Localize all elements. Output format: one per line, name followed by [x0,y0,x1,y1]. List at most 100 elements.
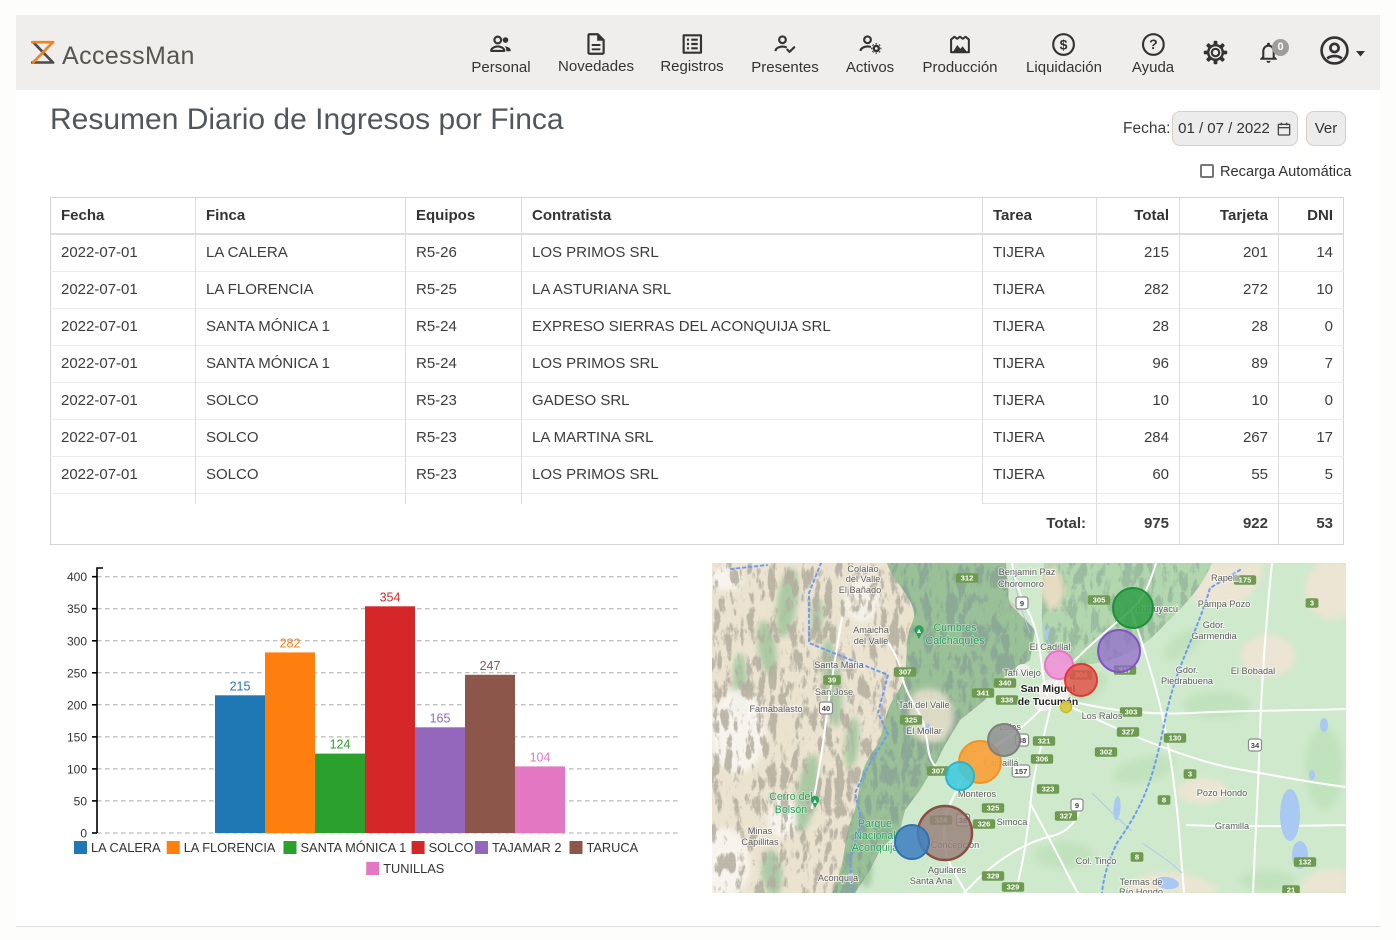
svg-text:Gramilla: Gramilla [1215,821,1250,831]
svg-text:Piedrabuena: Piedrabuena [1161,676,1214,686]
svg-text:9: 9 [1020,599,1024,608]
svg-text:Choromoro: Choromoro [998,579,1044,589]
svg-text:8: 8 [1162,796,1166,805]
svg-text:Aconquija: Aconquija [818,873,859,883]
svg-text:San Jose: San Jose [815,687,853,697]
svg-text:323: 323 [1042,785,1055,794]
svg-text:Aconquija: Aconquija [852,842,899,854]
svg-text:Calchaquíes: Calchaquíes [926,635,985,647]
svg-text:247: 247 [480,659,501,673]
svg-text:50: 50 [74,794,88,808]
svg-text:Benjamin Paz: Benjamin Paz [999,567,1056,577]
svg-text:215: 215 [230,679,251,693]
svg-text:124: 124 [330,738,351,752]
svg-text:Famabalasto: Famabalasto [749,704,802,714]
svg-text:130: 130 [1169,734,1182,743]
svg-text:282: 282 [280,636,301,650]
svg-text:Amaicha: Amaicha [853,625,890,635]
svg-text:305: 305 [1093,596,1106,605]
svg-text:40: 40 [822,704,830,713]
svg-text:354: 354 [380,590,401,604]
svg-text:El Bobadal: El Bobadal [1231,666,1275,676]
svg-text:Gdor.: Gdor. [1176,665,1198,675]
svg-text:Pozo Hondo: Pozo Hondo [1197,788,1248,798]
svg-text:TAJAMAR 2: TAJAMAR 2 [492,840,561,855]
svg-text:321: 321 [1038,737,1051,746]
svg-text:del Valle: del Valle [846,574,881,584]
svg-text:Rapelli: Rapelli [1211,573,1239,583]
svg-text:SANTA MÓNICA 1: SANTA MÓNICA 1 [301,840,407,855]
svg-text:21: 21 [1287,886,1296,893]
svg-text:Cerro del: Cerro del [769,791,813,803]
svg-text:341: 341 [977,689,990,698]
svg-text:LA FLORENCIA: LA FLORENCIA [184,840,276,855]
svg-text:104: 104 [530,750,551,764]
svg-text:8: 8 [1135,853,1139,862]
svg-text:39: 39 [828,676,836,685]
svg-text:?: ? [1149,36,1158,52]
svg-text:LA CALERA: LA CALERA [91,840,161,855]
svg-text:150: 150 [67,730,87,744]
svg-text:34: 34 [1251,741,1260,750]
svg-text:Santa Maria: Santa Maria [814,660,864,670]
svg-text:327: 327 [1060,812,1073,821]
svg-text:Col. Tinco: Col. Tinco [1076,856,1117,866]
svg-text:250: 250 [67,666,87,680]
svg-text:306: 306 [1036,755,1049,764]
svg-text:200: 200 [67,698,87,712]
svg-text:9: 9 [1075,801,1079,810]
svg-text:Colalao: Colalao [847,564,878,574]
svg-text:329: 329 [1007,883,1020,892]
svg-text:TARUCA: TARUCA [587,840,639,855]
svg-text:Parque: Parque [858,818,892,830]
svg-text:400: 400 [67,570,87,584]
svg-text:El Bañado: El Bañado [839,585,881,595]
svg-text:Tafi del Valle: Tafi del Valle [898,700,949,710]
svg-text:325: 325 [987,804,1000,813]
svg-text:165: 165 [430,711,451,725]
svg-text:▲: ▲ [916,628,923,635]
svg-text:Gdor.: Gdor. [1203,620,1225,630]
svg-text:340: 340 [999,679,1012,688]
svg-text:Santa Ana: Santa Ana [910,876,953,886]
svg-text:327: 327 [1122,728,1135,737]
svg-text:Garmendia: Garmendia [1191,631,1237,641]
svg-text:325: 325 [905,716,918,725]
svg-text:307: 307 [932,767,945,776]
svg-text:312: 312 [961,574,974,583]
svg-text:Nacional: Nacional [854,830,895,842]
svg-text:Capillitas: Capillitas [741,837,779,847]
svg-text:3: 3 [1188,770,1192,779]
svg-text:303: 303 [1125,708,1138,717]
svg-text:Río Hondo: Río Hondo [1119,887,1163,893]
svg-text:del Valle: del Valle [854,636,889,646]
svg-text:326: 326 [978,820,991,829]
svg-text:307: 307 [899,668,912,677]
svg-text:Simoca: Simoca [997,817,1029,827]
svg-text:Los Ralos: Los Ralos [1082,711,1123,721]
svg-text:157: 157 [1015,767,1028,776]
svg-text:Tafí Viejo: Tafí Viejo [1003,668,1041,678]
svg-text:Bolsón: Bolsón [775,804,807,816]
svg-text:175: 175 [1239,576,1252,585]
svg-text:El Cadillal: El Cadillal [1030,642,1071,652]
svg-text:TUNILLAS: TUNILLAS [383,861,444,876]
svg-text:300: 300 [67,634,87,648]
svg-text:Minas: Minas [748,826,773,836]
svg-text:▲: ▲ [812,799,818,805]
svg-text:SOLCO: SOLCO [429,840,474,855]
svg-text:Pampa Pozo: Pampa Pozo [1198,599,1251,609]
svg-text:302: 302 [1100,748,1113,757]
svg-text:350: 350 [67,602,87,616]
svg-text:100: 100 [67,762,87,776]
svg-text:Aguilares: Aguilares [928,865,967,875]
svg-text:El Mollar: El Mollar [906,726,942,736]
svg-text:132: 132 [1299,858,1312,867]
svg-text:Cumbres: Cumbres [934,622,977,634]
svg-text:$: $ [1060,36,1068,52]
svg-text:338: 338 [1001,696,1014,705]
svg-text:3: 3 [1310,599,1314,608]
svg-text:Termas de: Termas de [1120,877,1163,887]
svg-text:329: 329 [987,872,1000,881]
svg-text:0: 0 [80,827,87,841]
